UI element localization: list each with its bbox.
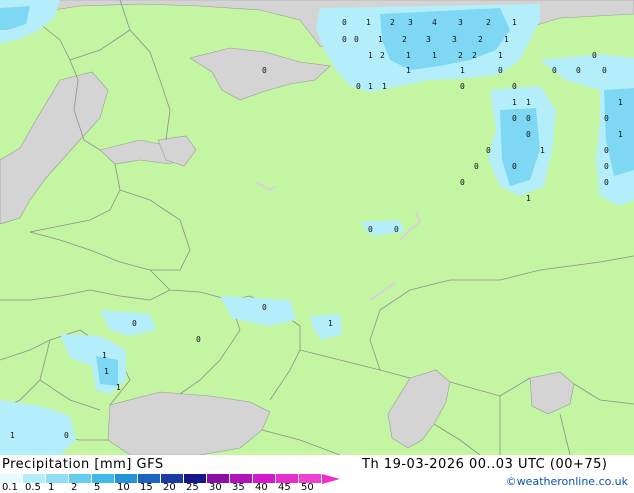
grid-value: 4 [432, 18, 437, 27]
grid-value: 0 [368, 225, 373, 234]
scale-label: 25 [186, 482, 199, 493]
grid-value: 1 [618, 98, 623, 107]
grid-value: 0 [460, 82, 465, 91]
precip-belarus [100, 310, 156, 336]
grid-value: 0 [342, 35, 347, 44]
grid-value: 1 [368, 82, 373, 91]
grid-value: 0 [474, 162, 479, 171]
scale-label: 0.1 [2, 482, 18, 493]
scale-label: 1 [48, 482, 55, 493]
grid-value: 1 [618, 130, 623, 139]
grid-value: 1 [540, 146, 545, 155]
grid-value: 0 [354, 35, 359, 44]
grid-value: 0 [512, 162, 517, 171]
grid-value: 0 [498, 66, 503, 75]
scale-label: 40 [255, 482, 268, 493]
grid-value: 1 [512, 18, 517, 27]
white-sea [189, 47, 331, 101]
map-geography [0, 0, 634, 455]
baltic-sea [0, 71, 109, 225]
grid-value: 0 [342, 18, 347, 27]
grid-value: 0 [460, 178, 465, 187]
grid-value: 0 [356, 82, 361, 91]
grid-value: 2 [486, 18, 491, 27]
grid-value: 0 [132, 319, 137, 328]
color-scale-labels: 0.1 0.5 1 2 5 10 15 20 25 30 35 40 45 50 [0, 482, 340, 493]
grid-value: 2 [478, 35, 483, 44]
grid-value: 0 [486, 146, 491, 155]
scale-label: 10 [117, 482, 130, 493]
grid-value: 3 [408, 18, 413, 27]
scale-label: 2 [71, 482, 78, 493]
grid-value: 1 [382, 82, 387, 91]
scale-label: 45 [278, 482, 291, 493]
grid-value: 0 [604, 162, 609, 171]
grid-value: 0 [262, 303, 267, 312]
grid-value: 0 [512, 82, 517, 91]
product-name: Precipitation [mm] [2, 457, 132, 472]
grid-value: 1 [498, 51, 503, 60]
scale-label: 15 [140, 482, 153, 493]
grid-value: 0 [592, 51, 597, 60]
grid-value: 3 [426, 35, 431, 44]
model-name: GFS [136, 457, 164, 472]
precip-don [310, 314, 342, 340]
grid-value: 0 [196, 335, 201, 344]
grid-value: 1 [102, 351, 107, 360]
grid-value: 1 [366, 18, 371, 27]
grid-value: 0 [602, 66, 607, 75]
grid-value: 1 [116, 383, 121, 392]
scale-label: 20 [163, 482, 176, 493]
caspian-sea [387, 369, 451, 449]
credit-link[interactable]: ©weatheronline.co.uk [506, 475, 628, 488]
grid-value: 3 [452, 35, 457, 44]
grid-value: 3 [458, 18, 463, 27]
grid-value: 1 [104, 367, 109, 376]
grid-value: 1 [378, 35, 383, 44]
grid-value: 2 [472, 51, 477, 60]
grid-value: 0 [394, 225, 399, 234]
grid-value: 1 [406, 51, 411, 60]
grid-value: 0 [526, 114, 531, 123]
grid-value: 1 [328, 319, 333, 328]
scale-label: 35 [232, 482, 245, 493]
grid-value: 1 [10, 431, 15, 440]
grid-value: 1 [460, 66, 465, 75]
scale-label: 50 [301, 482, 314, 493]
grid-value: 1 [368, 51, 373, 60]
valid-time: Th 19-03-2026 00..03 UTC (00+75) [362, 457, 608, 472]
grid-value: 0 [604, 146, 609, 155]
grid-value: 2 [402, 35, 407, 44]
precipitation-map: 0 1 2 3 4 3 2 1 0 0 1 2 3 3 2 1 1 2 1 1 … [0, 0, 634, 455]
aral-sea [529, 371, 575, 415]
grid-value: 0 [604, 114, 609, 123]
grid-value: 1 [432, 51, 437, 60]
grid-value: 0 [526, 130, 531, 139]
precip-ukraine [220, 296, 296, 326]
grid-value: 2 [390, 18, 395, 27]
grid-value: 1 [512, 98, 517, 107]
black-sea [107, 391, 271, 455]
grid-value: 1 [406, 66, 411, 75]
grid-value: 2 [380, 51, 385, 60]
grid-value: 0 [262, 66, 267, 75]
grid-value: 1 [526, 98, 531, 107]
scale-label: 30 [209, 482, 222, 493]
scale-label: 5 [94, 482, 101, 493]
grid-value: 0 [64, 431, 69, 440]
grid-value: 0 [604, 178, 609, 187]
scale-label: 0.5 [25, 482, 41, 493]
grid-value: 0 [512, 114, 517, 123]
map-title: Precipitation [mm] GFS [2, 457, 164, 472]
grid-value: 1 [504, 35, 509, 44]
grid-value: 2 [458, 51, 463, 60]
grid-value: 0 [576, 66, 581, 75]
precip-sw [0, 400, 76, 455]
grid-value: 0 [552, 66, 557, 75]
grid-value: 1 [526, 194, 531, 203]
legend-bar: Precipitation [mm] GFS Th 19-03-2026 00.… [0, 455, 634, 493]
